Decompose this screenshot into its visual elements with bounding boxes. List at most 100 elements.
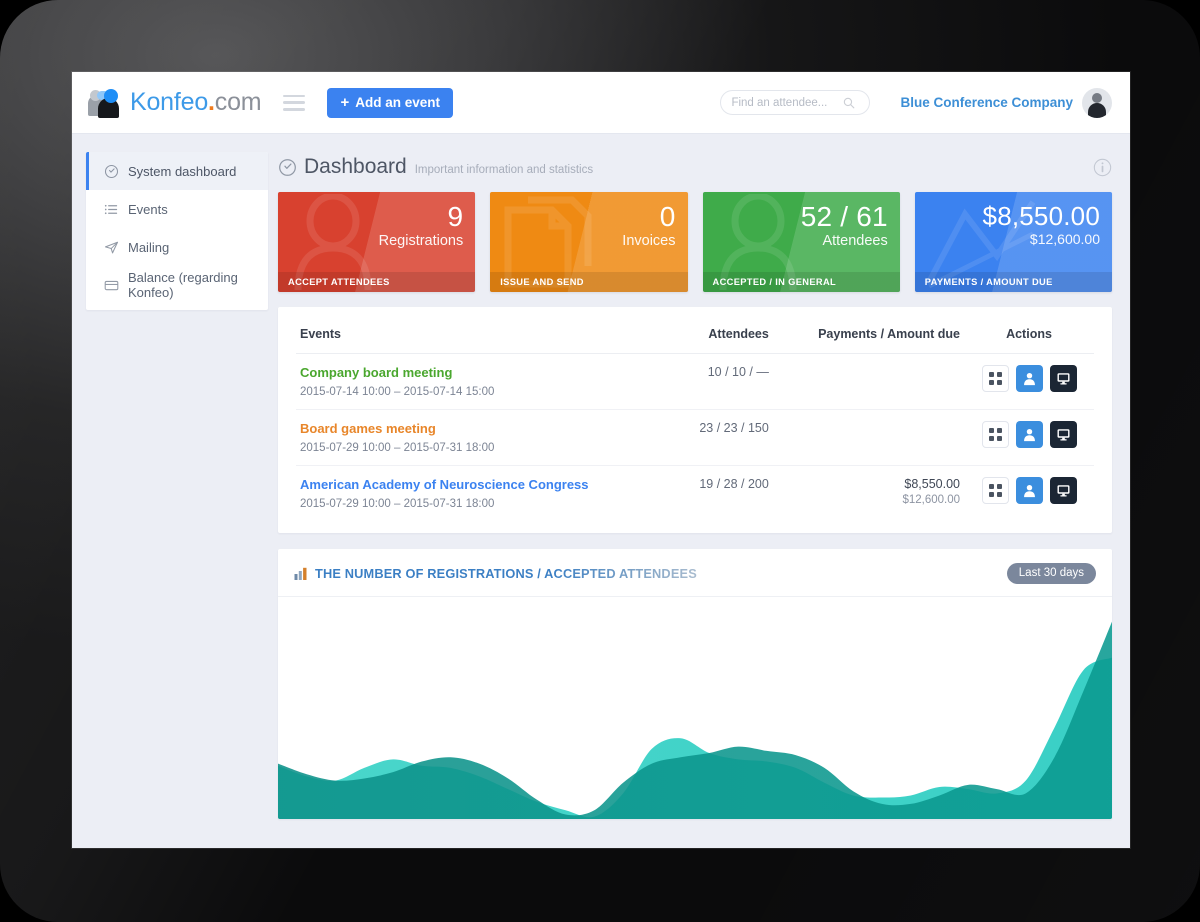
monitor-icon [1056,483,1071,498]
app-screen: Konfeo.com + Add an event Blue Conferenc… [72,72,1130,848]
plus-icon: + [340,95,349,110]
column-header-actions: Actions [964,321,1094,354]
stat-cards-row: 9 Registrations ACCEPT ATTENDEES [278,192,1112,292]
main-content: Dashboard Important information and stat… [268,134,1130,848]
stat-value: 9 [379,202,464,232]
credit-card-icon [104,278,119,293]
page-header: Dashboard Important information and stat… [278,150,1112,184]
actions-cell [964,354,1094,410]
dashboard-gauge-icon [278,158,297,177]
table-row[interactable]: Board games meeting 2015-07-29 10:00 – 2… [296,410,1094,466]
amount-due: $12,600.00 [777,494,960,506]
event-dates: 2015-07-29 10:00 – 2015-07-31 18:00 [300,498,494,510]
event-name-link[interactable]: Board games meeting [300,421,670,436]
brand-logo[interactable]: Konfeo.com [88,88,261,117]
sidebar-item-label: Balance (regarding Konfeo) [128,270,268,300]
stat-label: Registrations [379,233,464,249]
stat-label: Attendees [801,233,888,249]
stat-card-body: 9 Registrations [379,202,464,249]
brand-dot: . [208,88,215,116]
attendees-cell: 10 / 10 / — [674,354,773,410]
grid-icon-button[interactable] [982,365,1009,392]
search-icon [843,97,855,109]
chart-period-selector[interactable]: Last 30 days [1007,563,1096,584]
payments-cell: $8,550.00 $12,600.00 [773,466,964,522]
chart-panel: THE NUMBER OF REGISTRATIONS / ACCEPTED A… [278,549,1112,819]
tablet-device-frame: Konfeo.com + Add an event Blue Conferenc… [0,0,1200,922]
payments-cell [773,354,964,410]
dashboard-gauge-icon [104,164,119,179]
stat-footer: ISSUE AND SEND [490,272,687,292]
column-header-events: Events [296,321,674,354]
table-row[interactable]: Company board meeting 2015-07-14 10:00 –… [296,354,1094,410]
list-icon [104,202,119,217]
paper-plane-icon [104,240,119,255]
people-logo-icon [88,89,122,117]
search-box[interactable] [720,90,870,115]
table-row[interactable]: American Academy of Neuroscience Congres… [296,466,1094,522]
monitor-icon [1056,371,1071,386]
events-table-body: Company board meeting 2015-07-14 10:00 –… [296,354,1094,522]
column-header-payments: Payments / Amount due [773,321,964,354]
sidebar-card: System dashboard Events [86,152,268,310]
table-header-row: Events Attendees Payments / Amount due A… [296,321,1094,354]
page-subtitle: Important information and statistics [415,158,593,176]
account-name: Blue Conference Company [900,95,1073,110]
stat-value: 0 [622,202,675,232]
stat-label: Invoices [622,233,675,249]
chart-canvas [278,597,1112,819]
sidebar-item-balance[interactable]: Balance (regarding Konfeo) [86,266,268,304]
tablet-screen-bezel: Konfeo.com + Add an event Blue Conferenc… [72,72,1130,848]
stat-value: $8,550.00 [983,202,1100,230]
grid-icon [989,484,1002,497]
stat-card-body: 52 / 61 Attendees [801,202,888,249]
stat-card-payments[interactable]: $8,550.00 $12,600.00 PAYMENTS / AMOUNT D… [915,192,1112,292]
stat-footer: ACCEPT ATTENDEES [278,272,475,292]
event-cell: Company board meeting 2015-07-14 10:00 –… [296,354,674,410]
monitor-icon [1056,427,1071,442]
attendees-button[interactable] [1016,365,1043,392]
sidebar-item-label: Mailing [128,240,169,255]
attendees-person-icon [1022,483,1037,498]
action-buttons-group [968,477,1090,504]
event-cell: American Academy of Neuroscience Congres… [296,466,674,522]
chart-header: THE NUMBER OF REGISTRATIONS / ACCEPTED A… [278,549,1112,597]
brand-name: Konfeo [130,88,208,116]
attendees-person-icon [1022,371,1037,386]
event-dates: 2015-07-29 10:00 – 2015-07-31 18:00 [300,442,494,454]
event-name-link[interactable]: Company board meeting [300,365,670,380]
attendees-button[interactable] [1016,421,1043,448]
preview-button[interactable] [1050,477,1077,504]
attendees-button[interactable] [1016,477,1043,504]
top-navigation-bar: Konfeo.com + Add an event Blue Conferenc… [72,72,1130,134]
payments-cell [773,410,964,466]
event-name-link[interactable]: American Academy of Neuroscience Congres… [300,477,670,492]
hamburger-menu-icon[interactable] [283,95,305,111]
user-avatar-icon[interactable] [1082,88,1112,118]
search-input[interactable] [731,97,843,109]
grid-icon [989,428,1002,441]
payment-amount: $8,550.00 [777,477,960,491]
sidebar-item-events[interactable]: Events [86,190,268,228]
account-menu[interactable]: Blue Conference Company [900,88,1112,118]
grid-icon-button[interactable] [982,477,1009,504]
attendees-cell: 23 / 23 / 150 [674,410,773,466]
grid-icon-button[interactable] [982,421,1009,448]
chart-title: THE NUMBER OF REGISTRATIONS / ACCEPTED A… [315,566,697,581]
attendees-cell: 19 / 28 / 200 [674,466,773,522]
info-circle-icon[interactable] [1093,158,1112,177]
add-event-label: Add an event [355,95,440,110]
sidebar-item-system-dashboard[interactable]: System dashboard [86,152,268,190]
add-event-button[interactable]: + Add an event [327,88,453,118]
stat-card-registrations[interactable]: 9 Registrations ACCEPT ATTENDEES [278,192,475,292]
stat-card-attendees[interactable]: 52 / 61 Attendees ACCEPTED / IN GENERAL [703,192,900,292]
stat-card-invoices[interactable]: 0 Invoices ISSUE AND SEND [490,192,687,292]
event-cell: Board games meeting 2015-07-29 10:00 – 2… [296,410,674,466]
events-table-head: Events Attendees Payments / Amount due A… [296,321,1094,354]
preview-button[interactable] [1050,365,1077,392]
preview-button[interactable] [1050,421,1077,448]
sidebar-item-mailing[interactable]: Mailing [86,228,268,266]
stat-card-body: $8,550.00 $12,600.00 [983,202,1100,247]
series-accepted-area [278,622,1112,819]
events-panel: Events Attendees Payments / Amount due A… [278,307,1112,533]
